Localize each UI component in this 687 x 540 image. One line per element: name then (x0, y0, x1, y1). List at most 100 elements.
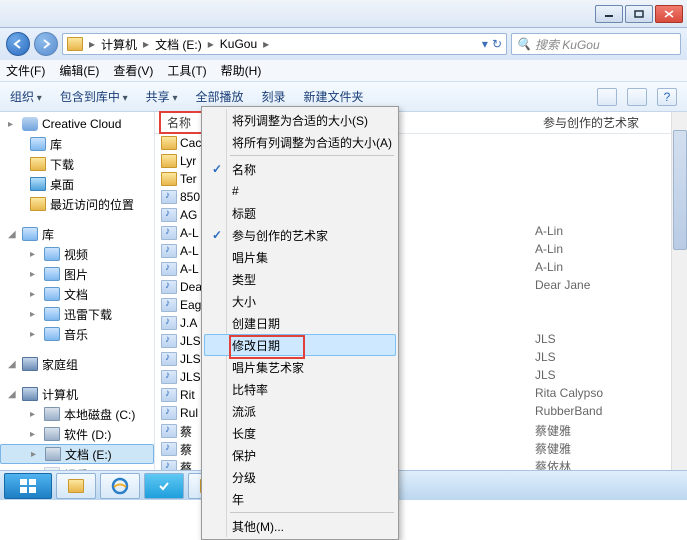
ctx-column-option[interactable]: 大小 (204, 290, 396, 312)
artist-cell: A-Lin (535, 242, 603, 260)
drive-icon (45, 447, 61, 461)
nav-drive-e[interactable]: ▸文档 (E:) (0, 444, 154, 464)
column-header-artist[interactable]: 参与创作的艺术家 (535, 114, 687, 131)
nav-thunder[interactable]: ▸迅雷下载 (0, 304, 154, 324)
artist-cell: JLS (535, 350, 603, 368)
ctx-fit-column[interactable]: 将列调整为合适的大小(S) (204, 109, 396, 131)
menu-tools[interactable]: 工具(T) (167, 62, 206, 79)
music-file-icon (161, 388, 177, 402)
nav-computer[interactable]: ◢计算机 (0, 384, 154, 404)
nav-desktop[interactable]: 桌面 (0, 174, 154, 194)
start-button[interactable] (4, 473, 52, 499)
ctx-column-option[interactable]: 年 (204, 488, 396, 510)
minimize-button[interactable] (595, 5, 623, 23)
document-icon (44, 287, 60, 301)
maximize-button[interactable] (625, 5, 653, 23)
music-file-icon (161, 208, 177, 222)
taskbar-app1[interactable] (144, 473, 184, 499)
navigation-pane: ▸Creative Cloud 库 下载 桌面 最近访问的位置 ◢库 ▸视频 ▸… (0, 112, 155, 470)
crumb-drive[interactable]: 文档 (E:) (155, 36, 202, 53)
desktop-icon (30, 177, 46, 191)
nav-videos[interactable]: ▸视频 (0, 244, 154, 264)
nav-recent[interactable]: 最近访问的位置 (0, 194, 154, 214)
nav-creative-cloud[interactable]: ▸Creative Cloud (0, 114, 154, 134)
artist-cell: Dear Jane (535, 278, 603, 296)
menubar: 文件(F) 编辑(E) 查看(V) 工具(T) 帮助(H) (0, 60, 687, 82)
music-file-icon (161, 334, 177, 348)
thunder-icon (44, 307, 60, 321)
scrollbar-thumb[interactable] (673, 130, 687, 250)
ctx-column-option[interactable]: 修改日期 (204, 334, 396, 356)
nav-library[interactable]: 库 (0, 134, 154, 154)
share-button[interactable]: 共享 (146, 88, 178, 105)
nav-pictures[interactable]: ▸图片 (0, 264, 154, 284)
nav-drive-c[interactable]: ▸本地磁盘 (C:) (0, 404, 154, 424)
menu-edit[interactable]: 编辑(E) (59, 62, 99, 79)
nav-documents[interactable]: ▸文档 (0, 284, 154, 304)
video-icon (44, 247, 60, 261)
music-file-icon (161, 262, 177, 276)
nav-homegroup[interactable]: ◢家庭组 (0, 354, 154, 374)
ctx-column-option[interactable]: 分级 (204, 466, 396, 488)
ctx-column-option[interactable]: 唱片集 (204, 246, 396, 268)
music-file-icon (161, 370, 177, 384)
library-icon (30, 137, 46, 151)
nav-downloads[interactable]: 下载 (0, 154, 154, 174)
music-file-icon (161, 298, 177, 312)
preview-pane-button[interactable] (627, 88, 647, 106)
check-icon: ✓ (212, 228, 222, 242)
organize-button[interactable]: 组织 (10, 88, 42, 105)
ctx-column-option[interactable]: 类型 (204, 268, 396, 290)
music-file-icon (161, 406, 177, 420)
picture-icon (44, 267, 60, 281)
crumb-folder[interactable]: KuGou (220, 37, 257, 51)
ctx-column-option[interactable]: 比特率 (204, 378, 396, 400)
search-input[interactable]: 🔍 搜索 KuGou (511, 33, 681, 55)
artist-cell: Rita Calypso (535, 386, 603, 404)
nav-drive-d[interactable]: ▸软件 (D:) (0, 424, 154, 444)
ctx-column-option[interactable]: 长度 (204, 422, 396, 444)
artist-cell: JLS (535, 332, 603, 350)
menu-file[interactable]: 文件(F) (6, 62, 45, 79)
crumb-computer[interactable]: 计算机 (101, 36, 137, 53)
refresh-icon[interactable]: ↻ (492, 37, 502, 51)
back-button[interactable] (6, 32, 30, 56)
drive-icon (44, 427, 60, 441)
ctx-column-option[interactable]: # (204, 180, 396, 202)
ctx-column-option[interactable]: 流派 (204, 400, 396, 422)
ctx-column-option[interactable]: ✓参与创作的艺术家 (204, 224, 396, 246)
folder-icon (67, 37, 83, 51)
scrollbar[interactable] (671, 112, 687, 470)
newfolder-button[interactable]: 新建文件夹 (304, 88, 364, 105)
music-file-icon (161, 244, 177, 258)
ctx-column-option[interactable]: 保护 (204, 444, 396, 466)
address-field[interactable]: ▸ 计算机 ▸ 文档 (E:) ▸ KuGou ▸ ▾ ↻ (62, 33, 507, 55)
music-file-icon (161, 190, 177, 204)
taskbar-ie[interactable] (100, 473, 140, 499)
burn-button[interactable]: 刻录 (262, 88, 286, 105)
dropdown-icon[interactable]: ▾ (482, 37, 488, 51)
ctx-fit-all[interactable]: 将所有列调整为合适的大小(A) (204, 131, 396, 153)
nav-libraries[interactable]: ◢库 (0, 224, 154, 244)
folder-icon (161, 154, 177, 168)
folder-icon (161, 136, 177, 150)
ctx-more[interactable]: 其他(M)... (204, 515, 396, 537)
forward-button[interactable] (34, 32, 58, 56)
close-button[interactable] (655, 5, 683, 23)
ctx-column-option[interactable]: ✓名称 (204, 158, 396, 180)
view-options-button[interactable] (597, 88, 617, 106)
menu-help[interactable]: 帮助(H) (221, 62, 262, 79)
recent-icon (30, 197, 46, 211)
ctx-column-option[interactable]: 唱片集艺术家 (204, 356, 396, 378)
titlebar (0, 0, 687, 28)
help-button[interactable]: ? (657, 88, 677, 106)
menu-view[interactable]: 查看(V) (113, 62, 153, 79)
taskbar-explorer[interactable] (56, 473, 96, 499)
music-file-icon (161, 352, 177, 366)
music-file-icon (161, 316, 177, 330)
nav-music[interactable]: ▸音乐 (0, 324, 154, 344)
include-button[interactable]: 包含到库中 (60, 88, 128, 105)
playall-button[interactable]: 全部播放 (195, 88, 243, 105)
ctx-column-option[interactable]: 创建日期 (204, 312, 396, 334)
ctx-column-option[interactable]: 标题 (204, 202, 396, 224)
